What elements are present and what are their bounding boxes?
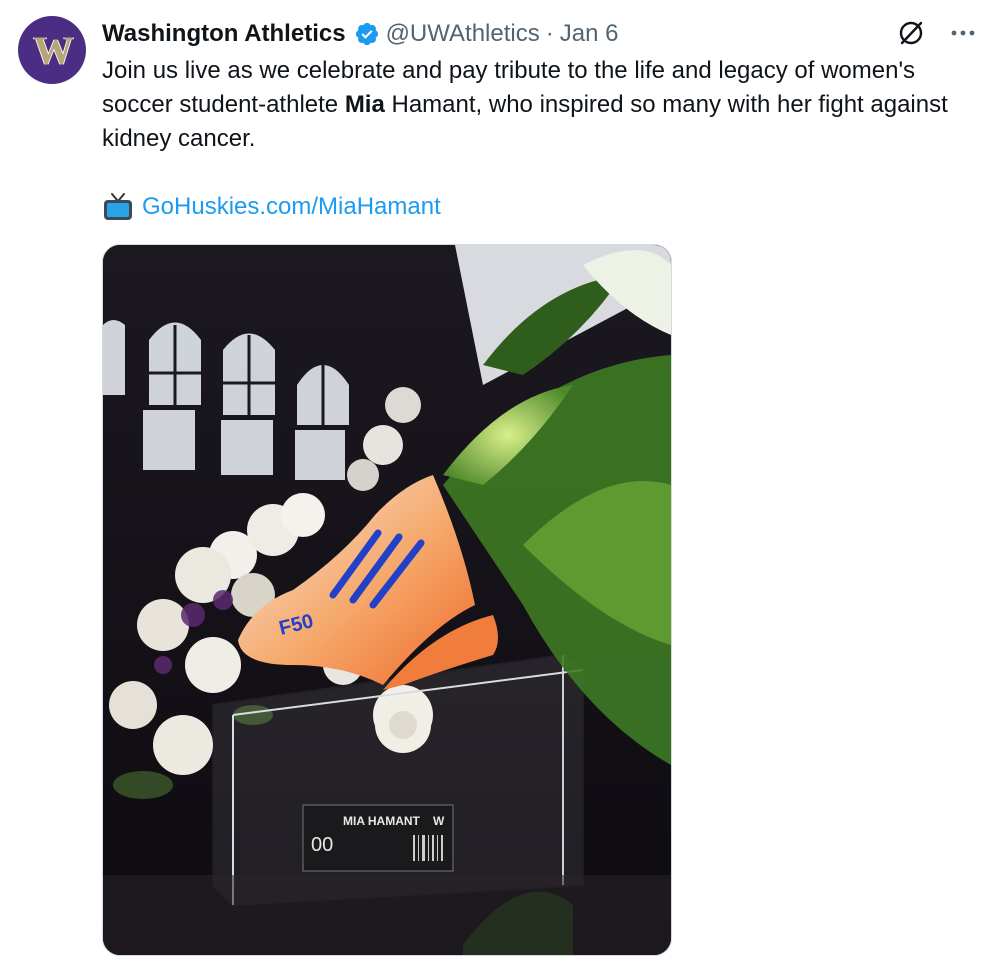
tv-icon (102, 192, 134, 222)
tweet-text-bold: Mia (344, 91, 385, 118)
verified-badge-icon[interactable] (354, 21, 380, 47)
tweet-header: Washington Athletics @UWAthletics · Jan … (102, 16, 618, 52)
avatar[interactable]: W (18, 16, 86, 84)
more-icon[interactable] (948, 18, 978, 48)
grok-icon[interactable] (896, 18, 926, 48)
plaque-name: MIA HAMANT (343, 814, 421, 828)
link-row: GoHuskies.com/MiaHamant (102, 190, 441, 224)
author-name[interactable]: Washington Athletics (102, 20, 346, 48)
photo-illustration: MIA HAMANT W 00 F50 (103, 245, 671, 955)
tweet-text: Join us live as we celebrate and pay tri… (102, 54, 972, 156)
tweet: W Washington Athletics @UWAthletics · Ja… (0, 0, 992, 976)
avatar-logo: W (33, 28, 74, 73)
tweet-date[interactable]: Jan 6 (560, 20, 619, 48)
header-actions (896, 18, 978, 48)
tweet-link[interactable]: GoHuskies.com/MiaHamant (142, 193, 441, 221)
tweet-media-image[interactable]: MIA HAMANT W 00 F50 (102, 244, 672, 956)
author-handle[interactable]: @UWAthletics (386, 20, 540, 48)
separator-dot: · (545, 20, 554, 47)
plaque-letter: W (433, 814, 445, 828)
plaque-number: 00 (311, 834, 333, 856)
